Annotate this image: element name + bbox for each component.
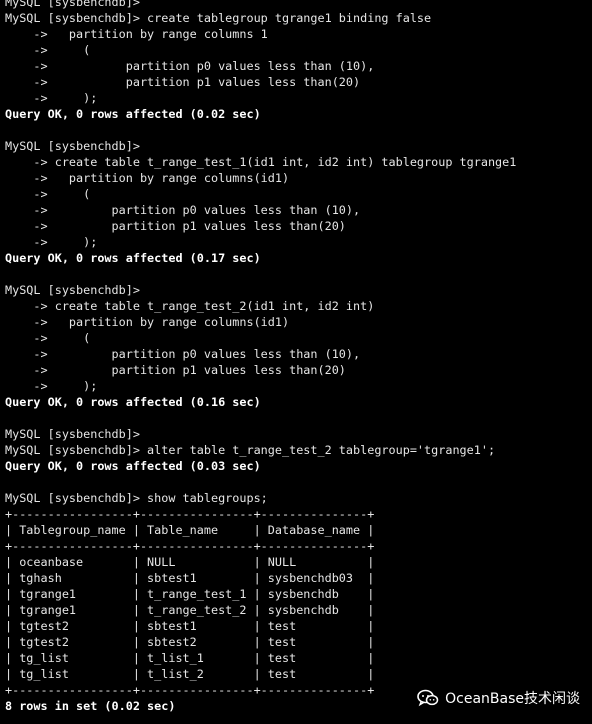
terminal-line: | Tablegroup_name | Table_name | Databas…: [5, 523, 375, 537]
terminal-line: | tgtest2 | sbtest2 | test |: [5, 635, 375, 649]
terminal-line: Query OK, 0 rows affected (0.17 sec): [5, 251, 261, 265]
terminal-line: MySQL [sysbenchdb]> create tablegroup tg…: [5, 11, 432, 25]
watermark: OceanBase技术闲谈: [417, 688, 580, 708]
terminal-line: -> partition by range columns(id1): [5, 315, 290, 329]
terminal-line: MySQL [sysbenchdb]> alter table t_range_…: [5, 443, 496, 457]
terminal-line: MySQL [sysbenchdb]>: [5, 427, 140, 441]
terminal-line: Query OK, 0 rows affected (0.03 sec): [5, 459, 261, 473]
terminal-line: -> partition p1 values less than(20): [5, 219, 346, 233]
terminal-line: | oceanbase | NULL | NULL |: [5, 555, 375, 569]
terminal-line: -> partition p0 values less than (10),: [5, 203, 361, 217]
terminal-line: | tg_list | t_list_2 | test |: [5, 667, 375, 681]
watermark-label: OceanBase技术闲谈: [445, 691, 580, 707]
terminal-line: +-----------------+----------------+----…: [5, 507, 375, 521]
terminal-line: -> partition p0 values less than (10),: [5, 347, 361, 361]
terminal-line: MySQL [sysbenchdb]>: [5, 283, 140, 297]
terminal-line: | tg_list | t_list_1 | test |: [5, 651, 375, 665]
terminal-line: -> create table t_range_test_2(id1 int, …: [5, 299, 375, 313]
terminal-line: -> );: [5, 379, 98, 393]
terminal-line: -> );: [5, 235, 98, 249]
terminal-line: -> partition p0 values less than (10),: [5, 59, 375, 73]
terminal-line: Query OK, 0 rows affected (0.16 sec): [5, 395, 261, 409]
terminal-line: MySQL [sysbenchdb]>: [5, 139, 140, 153]
terminal-line: | tgrange1 | t_range_test_2 | sysbenchdb…: [5, 603, 375, 617]
terminal-line: +-----------------+----------------+----…: [5, 539, 375, 553]
terminal-line: -> partition p1 values less than(20): [5, 363, 346, 377]
terminal-line: -> );: [5, 91, 98, 105]
terminal-line: | tgrange1 | t_range_test_1 | sysbenchdb…: [5, 587, 375, 601]
terminal-line: -> (: [5, 43, 91, 57]
terminal-line: MySQL [sysbenchdb]> show tablegroups;: [5, 491, 268, 505]
terminal-line: MySQL [sysbenchdb]>: [5, 0, 140, 9]
terminal-line: -> partition by range columns 1: [5, 27, 268, 41]
terminal-line: -> (: [5, 331, 91, 345]
terminal-line: -> partition p1 values less than(20): [5, 75, 361, 89]
wechat-icon: [417, 689, 439, 707]
terminal-output: MySQL [sysbenchdb]> MySQL [sysbenchdb]> c…: [5, 0, 590, 714]
terminal-line: -> (: [5, 187, 91, 201]
terminal-line: Query OK, 0 rows affected (0.02 sec): [5, 107, 261, 121]
terminal-line: | tghash | sbtest1 | sysbenchdb03 |: [5, 571, 375, 585]
terminal-line: -> partition by range columns(id1): [5, 171, 290, 185]
terminal-line: | tgtest2 | sbtest1 | test |: [5, 619, 375, 633]
terminal-line: -> create table t_range_test_1(id1 int, …: [5, 155, 517, 169]
